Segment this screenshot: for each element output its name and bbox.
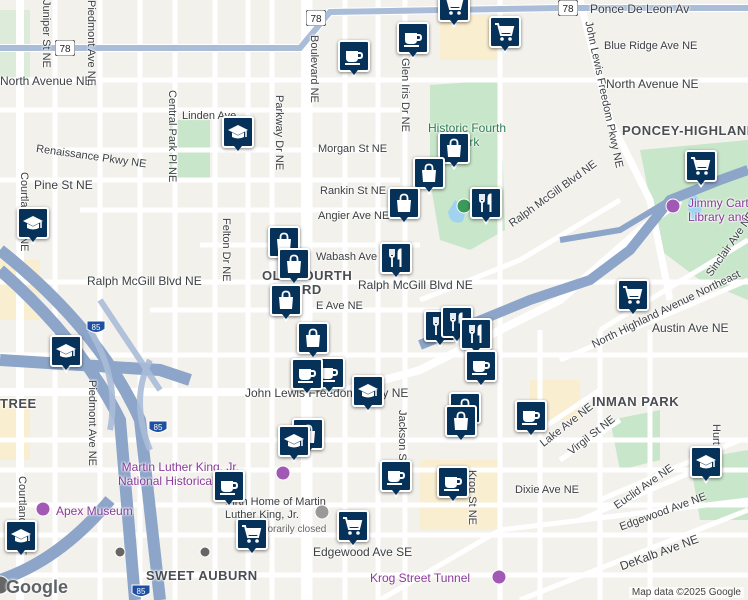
interstate-85-shield: 85 bbox=[148, 420, 168, 433]
coffee-marker[interactable] bbox=[380, 460, 412, 500]
grocery-marker[interactable] bbox=[685, 150, 717, 190]
school-marker[interactable] bbox=[352, 375, 384, 415]
label-central-park: Central Park Pl NE bbox=[166, 90, 178, 183]
svg-text:85: 85 bbox=[137, 587, 146, 596]
svg-text:85: 85 bbox=[92, 323, 101, 332]
shopping-marker[interactable] bbox=[278, 248, 310, 288]
label-glen-iris: Glen Iris Dr NE bbox=[399, 58, 411, 132]
label-blue-ridge: Blue Ridge Ave NE bbox=[604, 40, 698, 52]
map-canvas[interactable]: 78 78 78 85 85 85 Ponce De Leon Av Blue … bbox=[0, 0, 748, 600]
restaurant-marker[interactable] bbox=[380, 242, 412, 282]
school-marker[interactable] bbox=[17, 207, 49, 247]
school-marker[interactable] bbox=[5, 520, 37, 560]
svg-text:85: 85 bbox=[154, 423, 163, 432]
school-marker[interactable] bbox=[222, 116, 254, 156]
shopping-marker[interactable] bbox=[270, 284, 302, 324]
highway-78-shield: 78 bbox=[55, 40, 75, 56]
svg-text:78: 78 bbox=[59, 44, 71, 55]
coffee-marker[interactable] bbox=[397, 22, 429, 62]
svg-text:78: 78 bbox=[310, 14, 322, 25]
label-parkway: Parkway Dr NE bbox=[273, 95, 285, 171]
label-north-ave-left: North Avenue NE bbox=[0, 74, 93, 88]
label-sweet-auburn: SWEET AUBURN bbox=[146, 568, 258, 583]
shopping-marker[interactable] bbox=[445, 405, 477, 445]
label-krog-tunnel: Krog Street Tunnel bbox=[370, 571, 471, 585]
label-poncey: PONCEY-HIGHLAND bbox=[622, 123, 748, 138]
svg-text:78: 78 bbox=[562, 4, 574, 15]
highway-78-shield: 78 bbox=[558, 0, 578, 16]
grocery-marker[interactable] bbox=[337, 510, 369, 550]
restaurant-marker[interactable] bbox=[470, 187, 502, 227]
label-e-ave: E Ave NE bbox=[316, 300, 363, 312]
shopping-marker[interactable] bbox=[388, 187, 420, 227]
interstate-85-shield: 85 bbox=[86, 320, 106, 333]
label-inman-park: INMAN PARK bbox=[592, 394, 680, 409]
label-piedmont: Piedmont Ave NE bbox=[85, 0, 97, 87]
label-pine: Pine St NE bbox=[34, 178, 93, 192]
label-felton: Felton Dr NE bbox=[220, 218, 232, 282]
label-apex: Apex Museum bbox=[56, 504, 133, 518]
grocery-marker[interactable] bbox=[438, 0, 470, 30]
label-juniper: Juniper St NE bbox=[40, 0, 52, 68]
grocery-marker[interactable] bbox=[617, 279, 649, 319]
label-ponce: Ponce De Leon Av bbox=[590, 2, 690, 16]
label-boulevard: Boulevard NE bbox=[308, 35, 320, 103]
coffee-marker[interactable] bbox=[291, 358, 323, 398]
label-angier: Angier Ave NE bbox=[318, 210, 390, 222]
coffee-marker[interactable] bbox=[338, 40, 370, 80]
school-marker[interactable] bbox=[690, 446, 722, 486]
shopping-marker[interactable] bbox=[297, 322, 329, 362]
grocery-marker[interactable] bbox=[489, 16, 521, 56]
label-rankin: Rankin St NE bbox=[320, 185, 387, 197]
school-marker[interactable] bbox=[50, 335, 82, 375]
map-attribution[interactable]: Map data ©2025 Google bbox=[628, 587, 744, 598]
interstate-85-shield: 85 bbox=[131, 584, 151, 597]
label-ralph-left: Ralph McGill Blvd NE bbox=[87, 274, 202, 288]
coffee-marker[interactable] bbox=[515, 400, 547, 440]
label-piedmont-lower: Piedmont Ave NE bbox=[86, 380, 98, 467]
coffee-marker[interactable] bbox=[437, 466, 469, 506]
school-marker[interactable] bbox=[278, 425, 310, 465]
highway-78-shield: 78 bbox=[306, 10, 326, 26]
label-austin: Austin Ave NE bbox=[652, 321, 729, 335]
label-north-ave-right: North Avenue NE bbox=[606, 77, 699, 91]
google-logo: Google bbox=[6, 577, 68, 597]
grocery-marker[interactable] bbox=[236, 518, 268, 558]
label-dixie: Dixie Ave NE bbox=[515, 484, 579, 496]
label-ralph-mid: Ralph McGill Blvd NE bbox=[358, 278, 473, 292]
label-morgan: Morgan St NE bbox=[318, 143, 388, 155]
coffee-marker[interactable] bbox=[213, 470, 245, 510]
label-tree: TREE bbox=[0, 396, 37, 411]
label-wabash: Wabash Ave bbox=[316, 251, 378, 263]
coffee-marker[interactable] bbox=[465, 350, 497, 390]
